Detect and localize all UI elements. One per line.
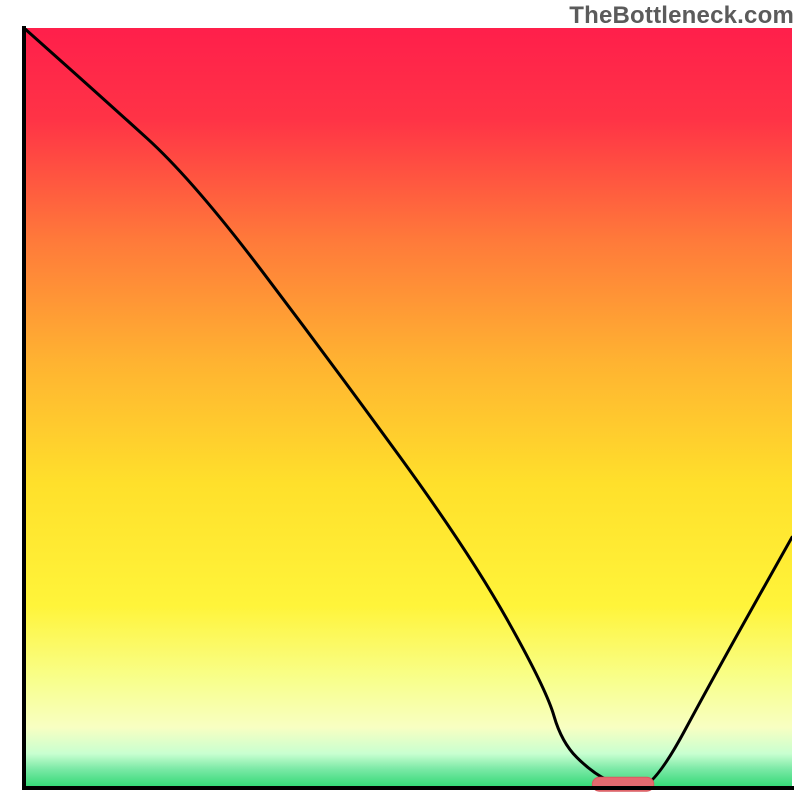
chart-stage: TheBottleneck.com (0, 0, 800, 800)
bottleneck-chart (0, 0, 800, 800)
chart-gradient-background (24, 28, 792, 788)
watermark-label: TheBottleneck.com (569, 2, 794, 30)
